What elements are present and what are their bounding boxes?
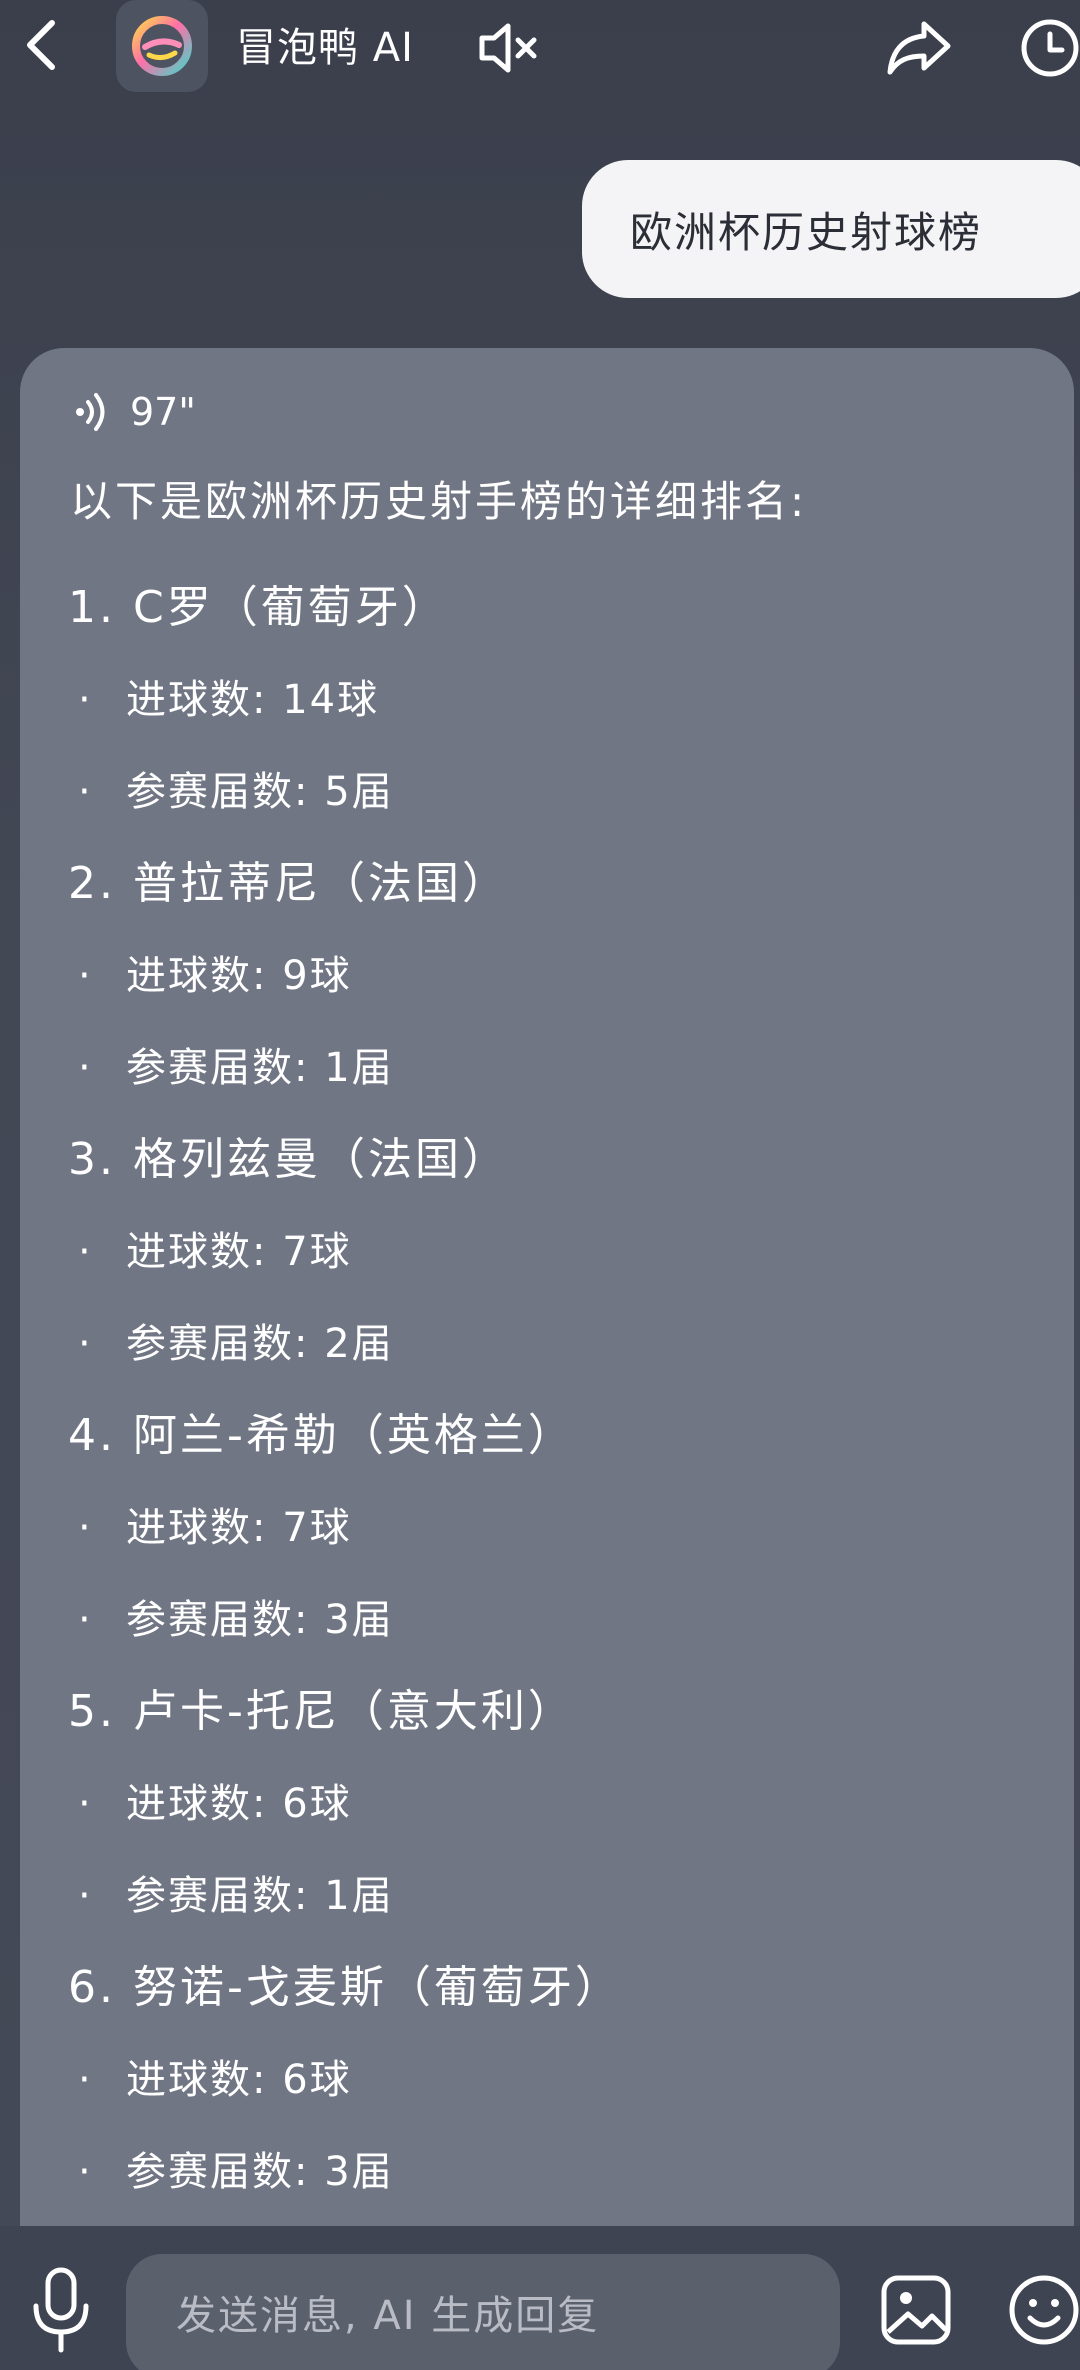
bullet: · xyxy=(78,677,93,723)
voice-duration: 97" xyxy=(130,390,196,434)
entry-tournaments: · 参赛届数: 1届 xyxy=(68,1864,1048,1956)
entry-goals: · 进球数: 7球 xyxy=(68,1220,1048,1312)
voice-input-button[interactable] xyxy=(24,2266,98,2356)
entry-goals-text: 进球数: 7球 xyxy=(126,1505,352,1551)
message-input[interactable] xyxy=(126,2254,840,2370)
bullet: · xyxy=(78,769,93,815)
entry-title: 5. 卢卡-托尼（意大利） xyxy=(68,1686,575,1737)
image-icon xyxy=(881,2275,951,2345)
entry-tournaments: · 参赛届数: 3届 xyxy=(68,2140,1048,2232)
bullet: · xyxy=(78,2057,93,2103)
bullet: · xyxy=(78,1597,93,1643)
ai-message-bubble[interactable]: 97" 以下是欧洲杯历史射手榜的详细排名: 1. C罗（葡萄牙） · 进球数: 1… xyxy=(20,348,1074,2248)
image-button[interactable] xyxy=(876,2270,956,2350)
entry-tournaments-text: 参赛届数: 3届 xyxy=(126,1597,394,1643)
entry-tournaments-text: 参赛届数: 1届 xyxy=(126,1045,394,1091)
entry-title: 2. 普拉蒂尼（法国） xyxy=(68,858,509,909)
list-item: 5. 卢卡-托尼（意大利） · 进球数: 6球 · 参赛届数: 1届 xyxy=(68,1680,1048,1956)
entry-goals: · 进球数: 7球 xyxy=(68,1496,1048,1588)
bullet: · xyxy=(78,1781,93,1827)
bullet: · xyxy=(78,1505,93,1551)
speaker-muted-icon xyxy=(479,23,537,73)
emoji-button[interactable] xyxy=(1004,2270,1080,2350)
entry-tournaments-text: 参赛届数: 1届 xyxy=(126,1873,394,1919)
duck-logo-icon xyxy=(132,16,192,76)
entry-goals-text: 进球数: 6球 xyxy=(126,2057,352,2103)
bullet: · xyxy=(78,1229,93,1275)
smiley-icon xyxy=(1009,2275,1079,2345)
bullet: · xyxy=(78,1873,93,1919)
mute-button[interactable] xyxy=(474,16,544,80)
list-item: 6. 努诺-戈麦斯（葡萄牙） · 进球数: 6球 · 参赛届数: 3届 xyxy=(68,1956,1048,2232)
entry-goals: · 进球数: 9球 xyxy=(68,944,1048,1036)
clock-icon xyxy=(1021,19,1079,77)
bullet: · xyxy=(78,1321,93,1367)
back-button[interactable] xyxy=(12,10,72,80)
bot-avatar[interactable] xyxy=(116,0,208,92)
share-button[interactable] xyxy=(884,12,956,82)
entry-goals: · 进球数: 6球 xyxy=(68,2048,1048,2140)
entry-title: 4. 阿兰-希勒（英格兰） xyxy=(68,1410,575,1461)
entry-goals-text: 进球数: 9球 xyxy=(126,953,352,999)
chat-title: 冒泡鸭 AI xyxy=(236,25,414,71)
voice-wave-icon xyxy=(76,393,105,431)
user-message-bubble[interactable]: 欧洲杯历史射球榜 xyxy=(582,160,1080,298)
entry-tournaments: · 参赛届数: 2届 xyxy=(68,1312,1048,1404)
list-item: 4. 阿兰-希勒（英格兰） · 进球数: 7球 · 参赛届数: 3届 xyxy=(68,1404,1048,1680)
share-arrow-icon xyxy=(887,21,951,75)
microphone-icon xyxy=(33,2267,89,2353)
entry-title: 1. C罗（葡萄牙） xyxy=(68,582,449,633)
chevron-left-icon xyxy=(27,20,55,70)
entry-goals-text: 进球数: 14球 xyxy=(126,677,380,723)
entry-tournaments-text: 参赛届数: 3届 xyxy=(126,2149,394,2195)
entry-goals-text: 进球数: 6球 xyxy=(126,1781,352,1827)
entry-tournaments-text: 参赛届数: 2届 xyxy=(126,1321,394,1367)
entry-tournaments-text: 参赛届数: 5届 xyxy=(126,769,394,815)
chat-header: 冒泡鸭 AI xyxy=(0,0,1080,100)
entry-tournaments: · 参赛届数: 1届 xyxy=(68,1036,1048,1128)
list-item: 2. 普拉蒂尼（法国） · 进球数: 9球 · 参赛届数: 1届 xyxy=(68,852,1048,1128)
input-bar xyxy=(0,2226,1080,2370)
history-button[interactable] xyxy=(1010,12,1080,82)
scorer-list: 1. C罗（葡萄牙） · 进球数: 14球 · 参赛届数: 5届 2. 普拉蒂尼（法… xyxy=(68,576,1048,2232)
bullet: · xyxy=(78,1045,93,1091)
ai-intro-text: 以下是欧洲杯历史射手榜的详细排名: xyxy=(70,477,808,526)
entry-goals-text: 进球数: 7球 xyxy=(126,1229,352,1275)
user-message-text: 欧洲杯历史射球榜 xyxy=(630,207,983,257)
list-item: 3. 格列兹曼（法国） · 进球数: 7球 · 参赛届数: 2届 xyxy=(68,1128,1048,1404)
entry-goals: · 进球数: 14球 xyxy=(68,668,1048,760)
entry-tournaments: · 参赛届数: 5届 xyxy=(68,760,1048,852)
bullet: · xyxy=(78,2149,93,2195)
entry-goals: · 进球数: 6球 xyxy=(68,1772,1048,1864)
entry-tournaments: · 参赛届数: 3届 xyxy=(68,1588,1048,1680)
entry-title: 3. 格列兹曼（法国） xyxy=(68,1134,509,1185)
voice-playback[interactable]: 97" xyxy=(72,384,196,440)
entry-title: 6. 努诺-戈麦斯（葡萄牙） xyxy=(68,1962,622,2013)
list-item: 1. C罗（葡萄牙） · 进球数: 14球 · 参赛届数: 5届 xyxy=(68,576,1048,852)
bullet: · xyxy=(78,953,93,999)
